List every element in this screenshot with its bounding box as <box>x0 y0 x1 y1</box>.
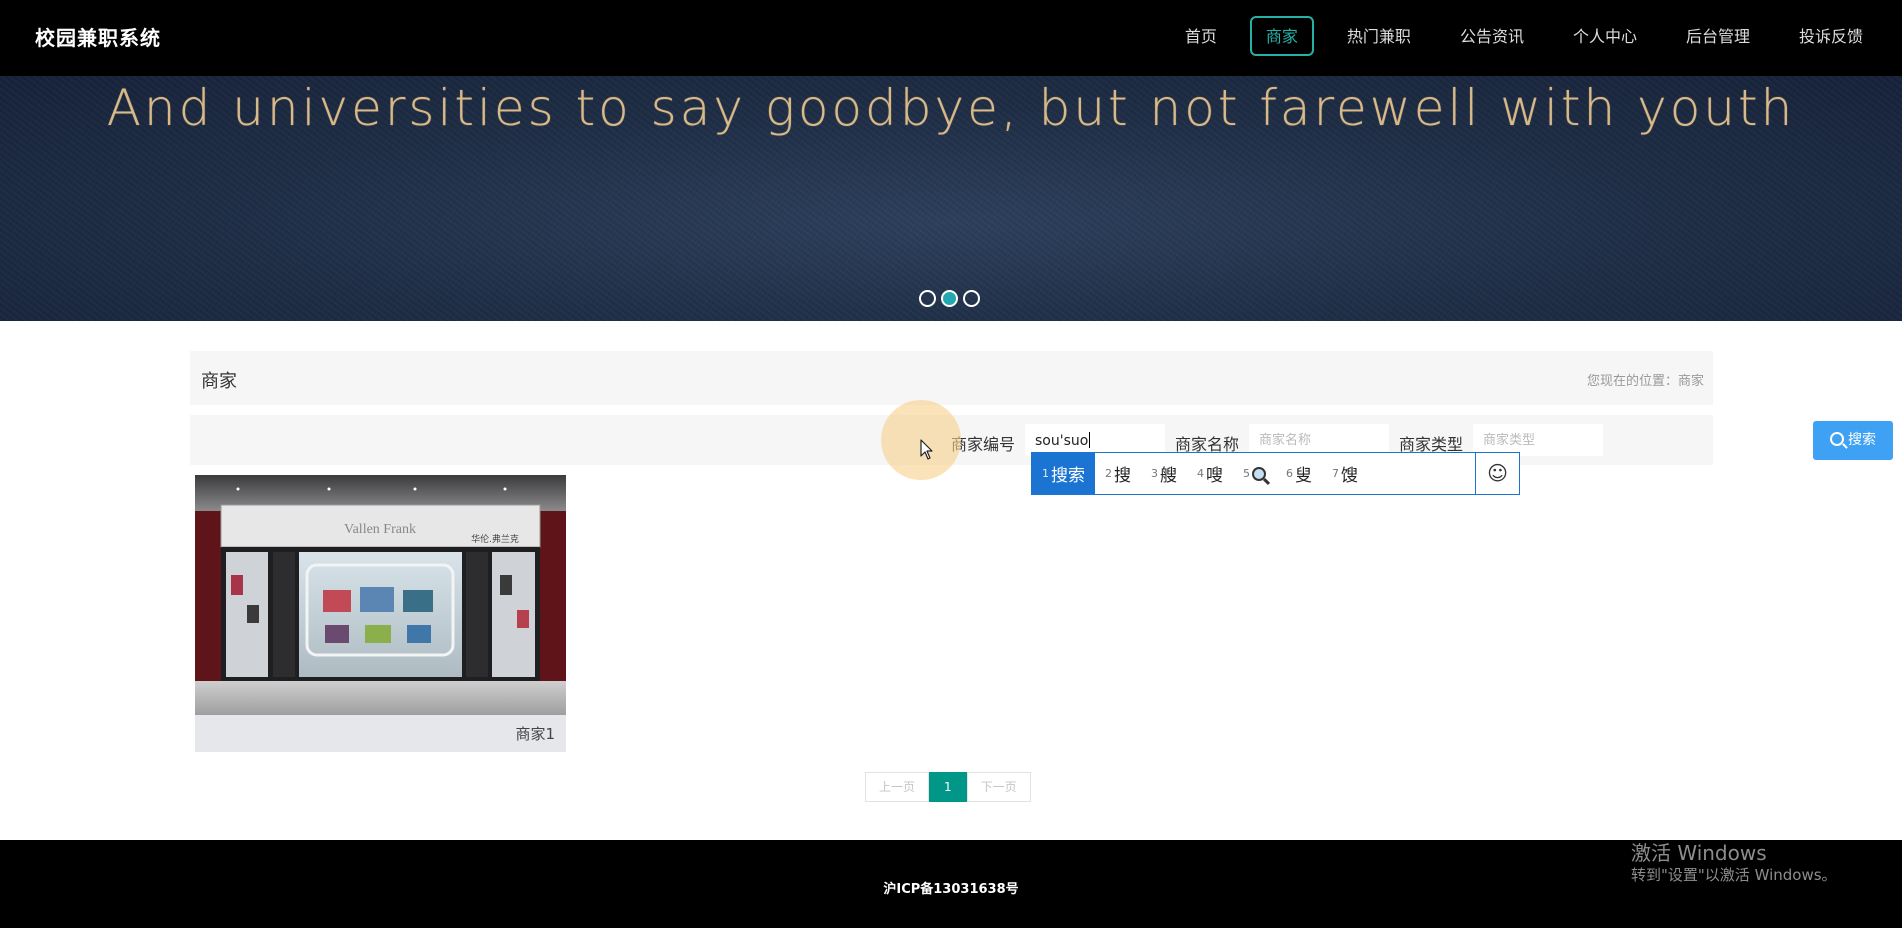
magnifier-emoji-icon <box>1252 466 1266 481</box>
ime-candidate-6[interactable]: 6叟 <box>1276 453 1322 494</box>
ime-candidate-7[interactable]: 7馊 <box>1322 453 1368 494</box>
main-nav: 首页 商家 热门兼职 公告资讯 个人中心 后台管理 投诉反馈 <box>1152 16 1879 56</box>
mouse-pointer-icon <box>920 439 933 460</box>
next-page-button[interactable]: 下一页 <box>966 772 1031 802</box>
ime-candidate-4[interactable]: 4嗖 <box>1187 453 1233 494</box>
merchant-name[interactable]: 商家1 <box>515 723 555 744</box>
store-logo-text: Vallen Frank <box>344 522 416 537</box>
store-sign-text: 华伦.弗兰克 <box>471 533 519 545</box>
nav-personal-center[interactable]: 个人中心 <box>1557 16 1653 56</box>
search-icon <box>1830 432 1844 446</box>
ime-candidate-1[interactable]: 1 搜索 <box>1032 453 1095 494</box>
page-title: 商家 <box>201 371 237 392</box>
merchant-id-value: sou'suo <box>1035 433 1089 449</box>
ime-candidate-3[interactable]: 3艘 <box>1141 453 1187 494</box>
carousel-indicators <box>916 286 982 310</box>
section-header: 商家 您现在的位置：商家 <box>190 351 1713 405</box>
carousel-dot-2[interactable] <box>940 289 958 307</box>
windows-activation-hint: 转到"设置"以激活 Windows。 <box>1631 866 1837 884</box>
top-navbar: 校园兼职系统 首页 商家 热门兼职 公告资讯 个人中心 后台管理 投诉反馈 <box>0 0 1902 76</box>
carousel-dot-1[interactable] <box>918 289 936 307</box>
nav-admin[interactable]: 后台管理 <box>1670 16 1766 56</box>
merchant-card[interactable]: Vallen Frank 华伦.弗兰克 商家1 <box>195 475 566 752</box>
banner-slogan: And universities to say goodbye, but not… <box>106 79 1796 137</box>
page: 校园兼职系统 首页 商家 热门兼职 公告资讯 个人中心 后台管理 投诉反馈 An… <box>0 0 1902 928</box>
breadcrumb: 您现在的位置：商家 <box>1586 374 1704 389</box>
icp-record: 沪ICP备13031638号 <box>883 882 1019 897</box>
merchant-image[interactable]: Vallen Frank 华伦.弗兰克 <box>195 475 566 715</box>
page-number-current[interactable]: 1 <box>929 772 967 802</box>
carousel-dot-3[interactable] <box>962 289 980 307</box>
windows-activation-title: 激活 Windows <box>1631 841 1767 865</box>
search-button[interactable]: 搜索 <box>1813 421 1893 460</box>
storefront-image: Vallen Frank 华伦.弗兰克 <box>195 475 566 715</box>
ime-candidate-bar: 1 搜索 2搜 3艘 4嗖 5 6叟 7馊 ☺ <box>1031 452 1520 495</box>
ime-candidate-5[interactable]: 5 <box>1233 453 1276 494</box>
footer: 沪ICP备13031638号 <box>0 840 1902 928</box>
search-button-label: 搜索 <box>1848 432 1876 448</box>
nav-home[interactable]: 首页 <box>1169 16 1233 56</box>
nav-merchants[interactable]: 商家 <box>1249 16 1314 56</box>
prev-page-button[interactable]: 上一页 <box>865 772 930 802</box>
site-logo-title[interactable]: 校园兼职系统 <box>35 22 161 51</box>
pagination: 上一页 1 下一页 <box>865 772 1031 802</box>
banner-carousel: And universities to say goodbye, but not… <box>0 76 1902 321</box>
nav-announcements[interactable]: 公告资讯 <box>1444 16 1540 56</box>
nav-complaints[interactable]: 投诉反馈 <box>1783 16 1879 56</box>
smiley-icon[interactable]: ☺ <box>1475 453 1519 494</box>
nav-hot-jobs[interactable]: 热门兼职 <box>1331 16 1427 56</box>
ime-candidate-2[interactable]: 2搜 <box>1095 453 1141 494</box>
